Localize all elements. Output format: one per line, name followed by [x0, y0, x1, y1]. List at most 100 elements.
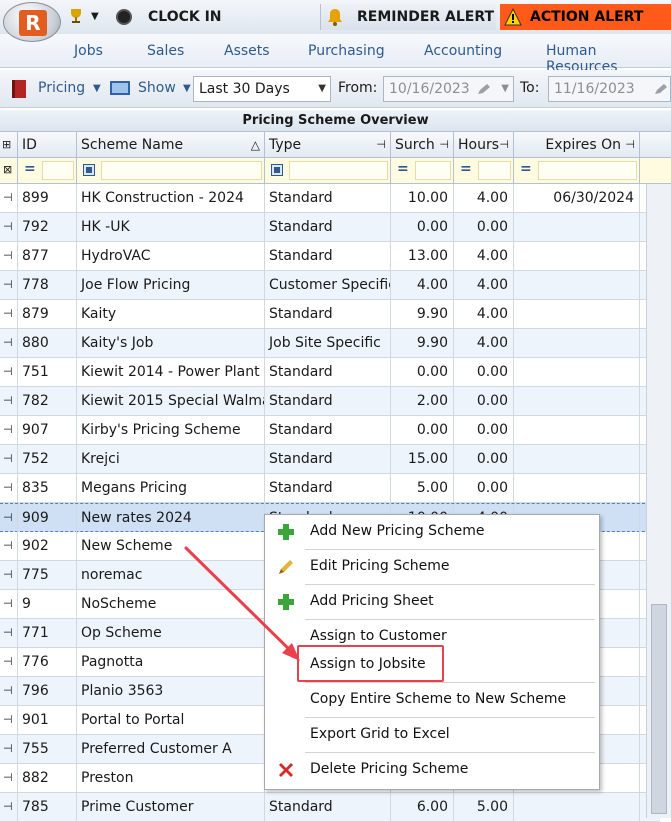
row-pin-icon[interactable]: ⊣ — [0, 242, 18, 270]
table-row[interactable]: ⊣ 835 Megans Pricing Standard 5.00 0.00 — [0, 474, 660, 503]
table-row[interactable]: ⊣ 899 HK Construction - 2024 Standard 10.00 4… — [0, 184, 660, 213]
menu-item-copy-entire-scheme[interactable]: Copy Entire Scheme to New Scheme — [265, 683, 599, 717]
row-pin-icon[interactable]: ⊣ — [0, 504, 18, 532]
column-header-scheme-name[interactable]: Scheme Name △ — [77, 132, 265, 158]
date-range-value: Last 30 Days — [199, 81, 290, 97]
menu-item-add-pricing-sheet[interactable]: Add Pricing Sheet — [265, 585, 599, 619]
clock-icon[interactable] — [116, 9, 132, 25]
row-pin-icon[interactable]: ⊣ — [0, 619, 18, 647]
cell-expires — [514, 358, 640, 386]
filter-expires-on[interactable]: = — [514, 158, 640, 184]
table-row[interactable]: ⊣ 879 Kaity Standard 9.90 4.00 — [0, 300, 660, 329]
chevron-down-icon[interactable]: ▼ — [183, 83, 191, 94]
table-row[interactable]: ⊣ 778 Joe Flow Pricing Customer Specific 4.0… — [0, 271, 660, 300]
table-row[interactable]: ⊣ 752 Krejci Standard 15.00 0.00 — [0, 445, 660, 474]
show-dropdown[interactable]: Show — [138, 80, 176, 96]
row-pin-icon[interactable]: ⊣ — [0, 300, 18, 328]
cell-name: Kaity — [77, 300, 265, 328]
filter-operator-icon[interactable] — [271, 164, 283, 176]
row-pin-icon[interactable]: ⊣ — [0, 445, 18, 473]
from-date-field[interactable]: 10/16/2023 ▼ — [383, 76, 514, 102]
cell-surch: 0.00 — [391, 213, 454, 241]
menu-sales[interactable]: Sales — [147, 43, 184, 59]
table-row[interactable]: ⊣ 880 Kaity's Job Job Site Specific 9.90 4.00 — [0, 329, 660, 358]
app-logo[interactable]: R — [3, 2, 61, 42]
menu-item-add-new-pricing-scheme[interactable]: Add New Pricing Scheme — [265, 515, 599, 549]
menu-item-export-grid-to-excel[interactable]: Export Grid to Excel — [265, 718, 599, 752]
filter-input[interactable] — [42, 161, 74, 180]
row-pin-icon[interactable]: ⊣ — [0, 706, 18, 734]
chevron-down-icon: ▼ — [318, 83, 326, 94]
filter-clear-icon[interactable]: ⊠ — [0, 158, 18, 184]
filter-operator-icon[interactable] — [83, 164, 95, 176]
filter-operator-icon[interactable]: = — [520, 161, 532, 177]
row-pin-icon[interactable]: ⊣ — [0, 793, 18, 821]
vertical-scrollbar[interactable] — [646, 184, 671, 818]
menu-item-delete-pricing-scheme[interactable]: Delete Pricing Scheme — [265, 753, 599, 787]
column-header-id[interactable]: ID — [18, 132, 77, 158]
filter-hours[interactable]: = — [454, 158, 514, 184]
row-pin-icon[interactable]: ⊣ — [0, 532, 18, 560]
column-header-expires-on[interactable]: Expires On ⊣ — [514, 132, 640, 158]
filter-scheme-name[interactable] — [77, 158, 265, 184]
row-pin-icon[interactable]: ⊣ — [0, 416, 18, 444]
menu-assets[interactable]: Assets — [224, 43, 270, 59]
sort-ascending-icon: △ — [250, 138, 260, 152]
pin-icon: ⊣ — [499, 138, 509, 151]
date-range-select[interactable]: Last 30 Days ▼ — [193, 76, 331, 102]
row-pin-icon[interactable]: ⊣ — [0, 271, 18, 299]
row-pin-icon[interactable]: ⊣ — [0, 561, 18, 589]
menu-jobs[interactable]: Jobs — [74, 43, 103, 59]
filter-input[interactable] — [538, 161, 637, 180]
row-pin-icon[interactable]: ⊣ — [0, 590, 18, 618]
filter-type[interactable] — [265, 158, 391, 184]
table-row[interactable]: ⊣ 782 Kiewit 2015 Special Walmar Standard 2.… — [0, 387, 660, 416]
clock-in-button[interactable]: CLOCK IN — [148, 4, 222, 30]
filter-input[interactable] — [101, 161, 262, 180]
cell-id: 880 — [18, 329, 77, 357]
row-pin-icon[interactable]: ⊣ — [0, 184, 18, 212]
column-header-hours[interactable]: Hours ⊣ — [454, 132, 514, 158]
table-row[interactable]: ⊣ 877 HydroVAC Standard 13.00 4.00 — [0, 242, 660, 271]
plus-icon — [278, 524, 294, 540]
row-pin-icon[interactable]: ⊣ — [0, 735, 18, 763]
row-pin-icon[interactable]: ⊣ — [0, 329, 18, 357]
pricing-dropdown[interactable]: Pricing — [38, 80, 85, 96]
cell-hours: 4.00 — [454, 300, 514, 328]
reminder-alert-button[interactable]: REMINDER ALERT — [320, 4, 496, 30]
row-pin-icon[interactable]: ⊣ — [0, 474, 18, 502]
column-header-surch[interactable]: Surch ⊣ — [391, 132, 454, 158]
row-pin-icon[interactable]: ⊣ — [0, 387, 18, 415]
trophy-dropdown[interactable]: ▼ — [64, 4, 108, 30]
menu-item-edit-pricing-scheme[interactable]: Edit Pricing Scheme — [265, 550, 599, 584]
column-chooser-icon[interactable]: ⊞ — [0, 132, 18, 158]
filter-input[interactable] — [289, 161, 388, 180]
filter-id[interactable]: = — [18, 158, 77, 184]
row-pin-icon[interactable]: ⊣ — [0, 764, 18, 792]
filter-input[interactable] — [478, 161, 511, 180]
menu-purchasing[interactable]: Purchasing — [308, 43, 385, 59]
cell-type: Standard — [265, 793, 391, 821]
cell-hours: 4.00 — [454, 242, 514, 270]
table-row[interactable]: ⊣ 751 Kiewit 2014 - Power Plant Standard 0.0… — [0, 358, 660, 387]
table-row[interactable]: ⊣ 907 Kirby's Pricing Scheme Standard 0.00 0.… — [0, 416, 660, 445]
grid-header: ⊞ ID Scheme Name △ Type ⊣ Surch ⊣ Hours ⊣ Ex… — [0, 132, 671, 158]
menu-accounting[interactable]: Accounting — [424, 43, 502, 59]
filter-surch[interactable]: = — [391, 158, 454, 184]
chevron-down-icon[interactable]: ▼ — [93, 83, 101, 94]
row-pin-icon[interactable]: ⊣ — [0, 677, 18, 705]
column-header-type[interactable]: Type ⊣ — [265, 132, 391, 158]
filter-operator-icon[interactable]: = — [24, 161, 36, 177]
cell-id: 782 — [18, 387, 77, 415]
row-pin-icon[interactable]: ⊣ — [0, 648, 18, 676]
filter-operator-icon[interactable]: = — [397, 161, 409, 177]
row-pin-icon[interactable]: ⊣ — [0, 358, 18, 386]
to-date-field[interactable]: 11/16/2023 — [548, 76, 671, 102]
row-pin-icon[interactable]: ⊣ — [0, 213, 18, 241]
scrollbar-thumb[interactable] — [651, 604, 667, 814]
menu-item-label: Add New Pricing Scheme — [310, 523, 485, 539]
action-alert-button[interactable]: ACTION ALERT — [500, 4, 671, 30]
table-row[interactable]: ⊣ 792 HK -UK Standard 0.00 0.00 — [0, 213, 660, 242]
filter-input[interactable] — [415, 161, 451, 180]
filter-operator-icon[interactable]: = — [460, 161, 472, 177]
